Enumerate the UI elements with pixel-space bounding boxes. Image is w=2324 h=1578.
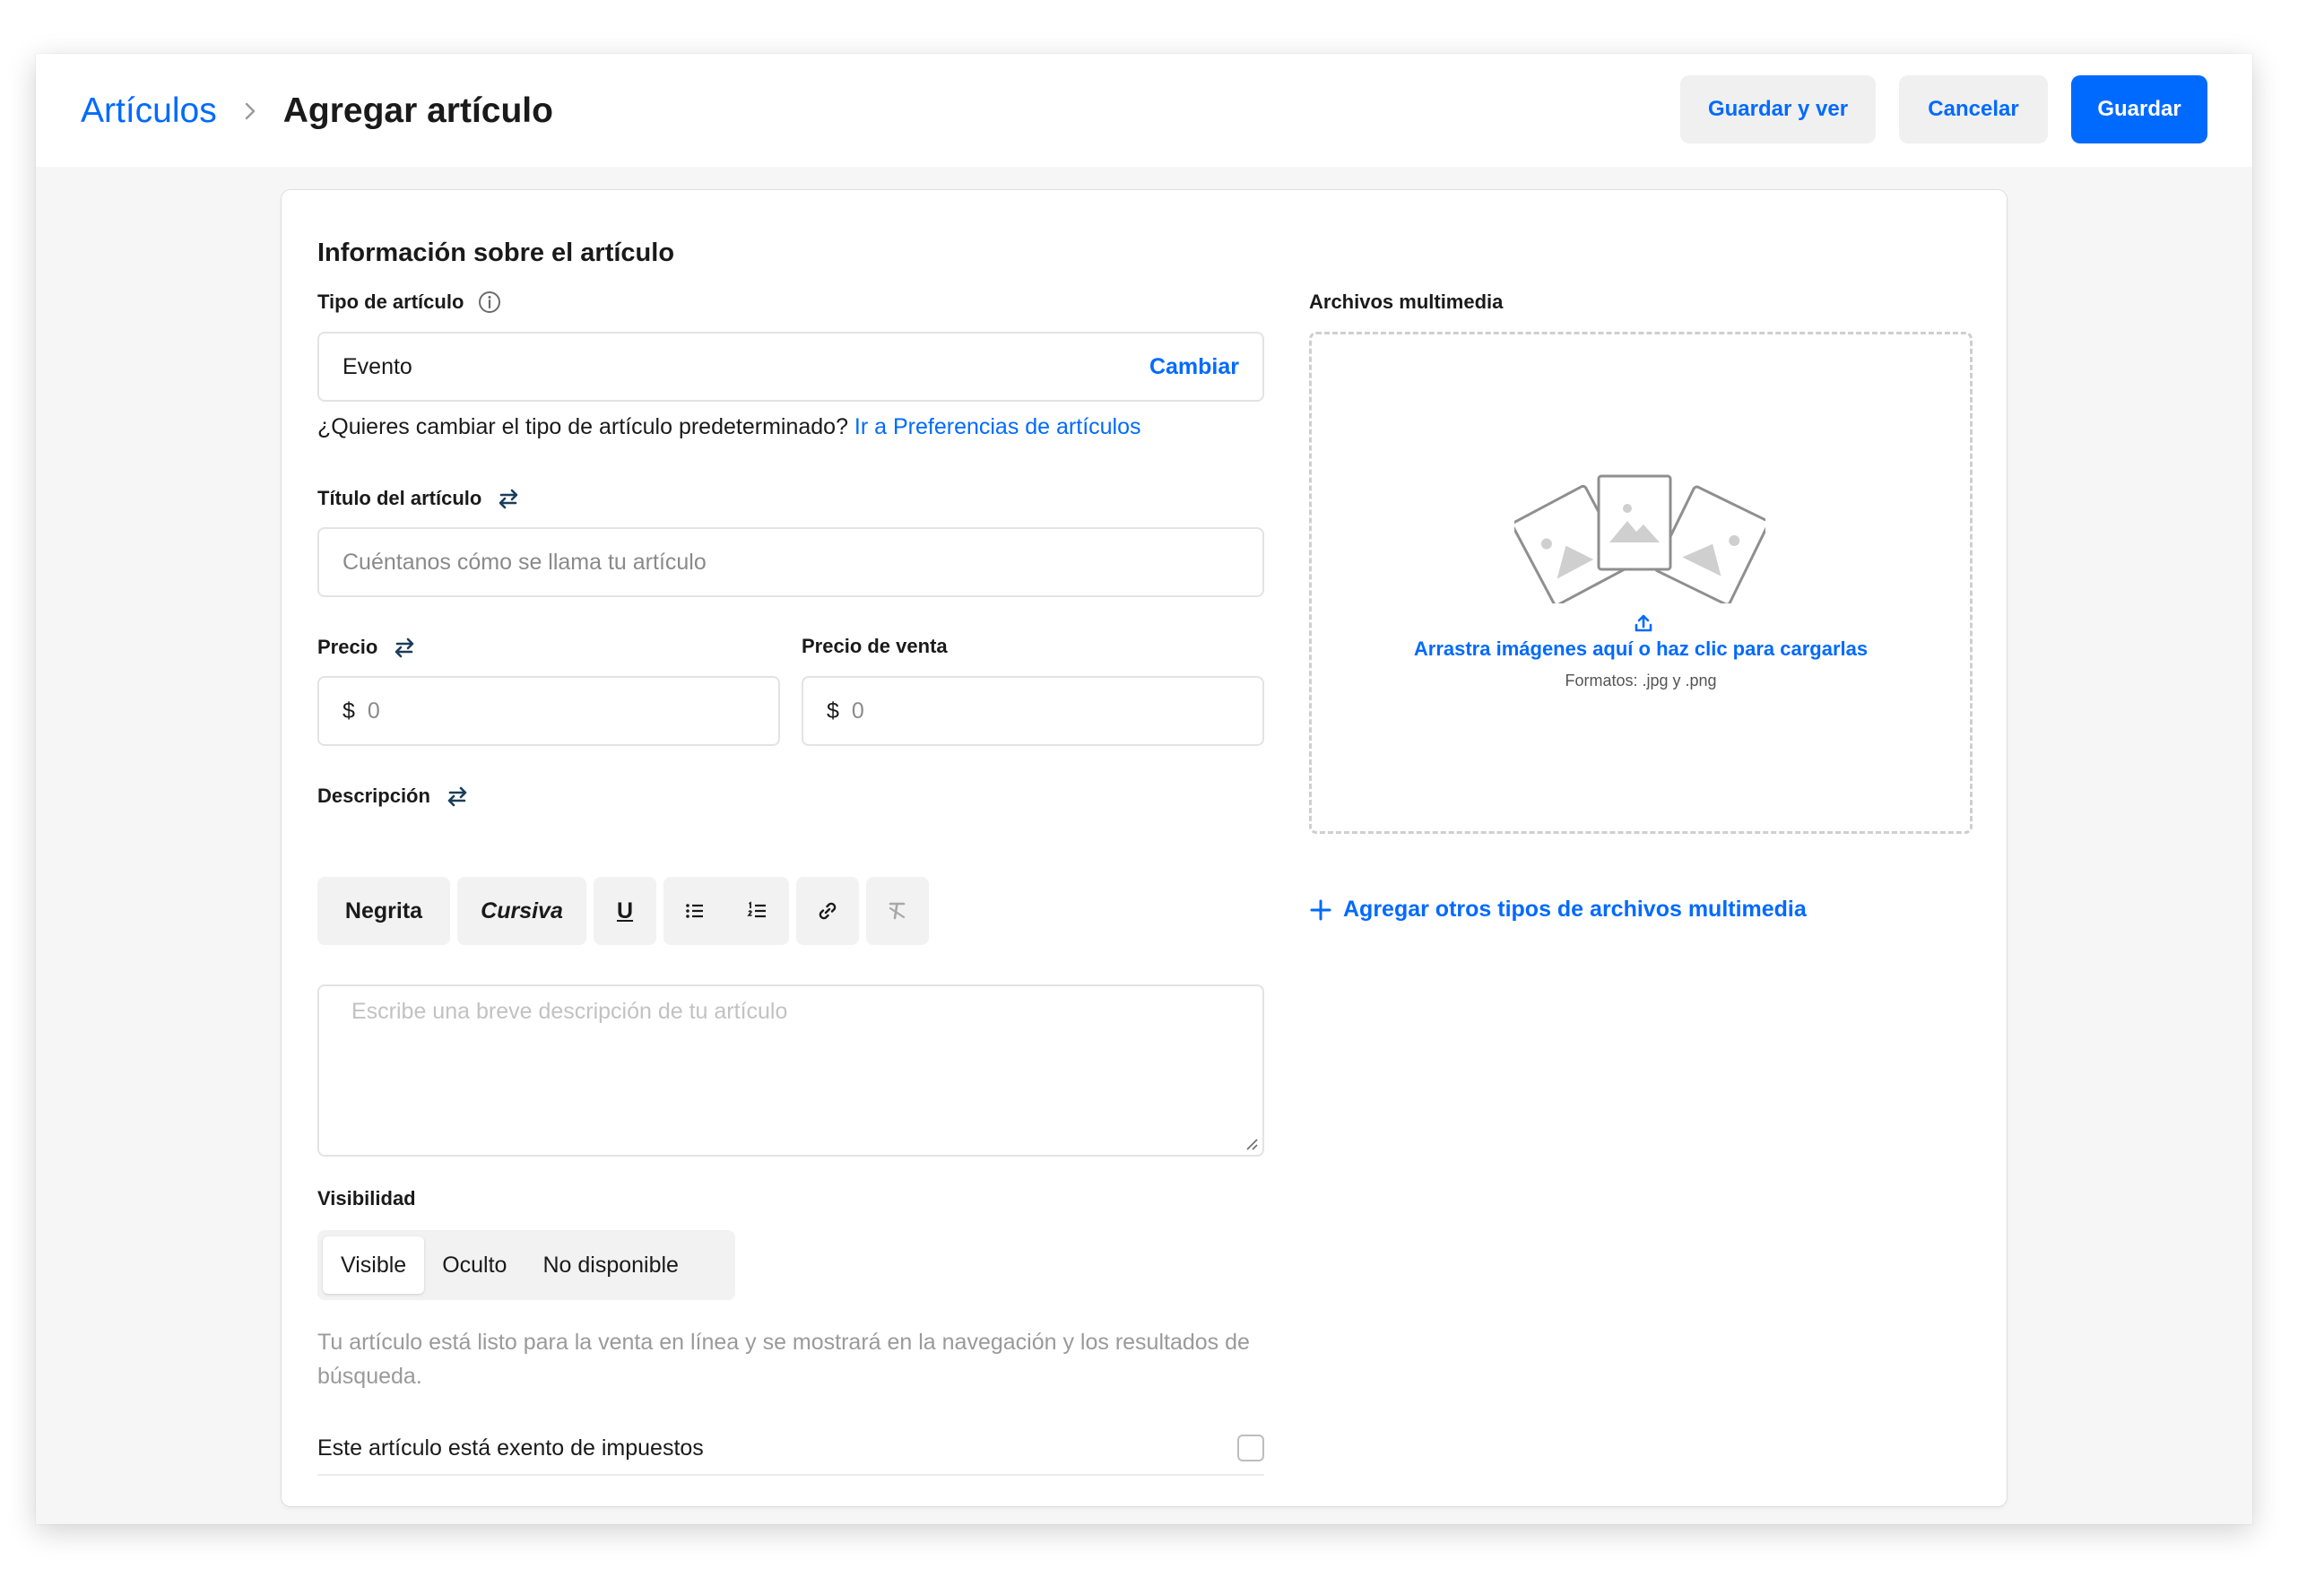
info-icon[interactable] [478,290,501,314]
description-label: Descripción [317,784,470,809]
add-other-media-label: Agregar otros tipos de archivos multimed… [1343,897,1807,922]
link-icon [819,902,837,920]
visibility-label-text: Visibilidad [317,1187,416,1210]
price-currency: $ [343,698,355,724]
clear-format-button[interactable] [866,877,929,945]
tax-exempt-checkbox[interactable] [1237,1435,1264,1461]
visibility-option-unavailable[interactable]: No disponible [525,1236,697,1294]
images-illustration-icon [1514,474,1765,603]
upload-icon [1635,614,1652,632]
dropzone-formats: Formatos: .jpg y .png [1565,672,1717,689]
visibility-hint: Tu artículo está listo para la venta en … [317,1330,1250,1389]
section-title: Información sobre el artículo [317,238,675,267]
sale-price-label: Precio de venta [802,635,948,658]
header-actions: Guardar y ver Cancelar Guardar [1680,75,2207,143]
title-label-text: Título del artículo [317,487,482,509]
bullet-list-button[interactable] [663,877,726,945]
tax-exempt-row: Este artículo está exento de impuestos [317,1422,1264,1476]
title-placeholder: Cuéntanos cómo se llama tu artículo [343,549,707,575]
app-window: Artículos Agregar artículo Guardar y ver… [36,54,2252,1524]
title-label: Título del artículo [317,486,521,511]
cancel-button[interactable]: Cancelar [1899,75,2048,143]
add-other-media-button[interactable]: Agregar otros tipos de archivos multimed… [1309,897,1807,923]
visibility-option-hidden[interactable]: Oculto [424,1236,525,1294]
underline-button[interactable]: U [594,877,656,945]
numbered-list-button[interactable] [726,877,789,945]
visibility-segmented-control: Visible Oculto No disponible [317,1230,735,1300]
item-type-helper: ¿Quieres cambiar el tipo de artículo pre… [317,414,1141,440]
change-item-type-button[interactable]: Cambiar [1149,354,1239,380]
tax-exempt-label: Este artículo está exento de impuestos [317,1435,704,1461]
item-type-value: Evento [343,353,412,379]
description-textarea[interactable]: Escribe una breve descripción de tu artí… [317,984,1264,1157]
sale-price-input[interactable]: $ 0 [802,676,1264,746]
sync-arrows-icon [395,637,414,658]
item-type-label: Tipo de artículo [317,290,501,314]
chevron-right-icon [245,102,255,120]
sale-price-label-text: Precio de venta [802,635,948,657]
bold-button[interactable]: Negrita [317,877,450,945]
visibility-label: Visibilidad [317,1187,416,1210]
price-input[interactable]: $ 0 [317,676,780,746]
item-form-card: Información sobre el artículo Tipo de ar… [282,190,2007,1506]
sync-arrows-icon [499,489,518,509]
description-label-text: Descripción [317,785,430,807]
save-and-view-button[interactable]: Guardar y ver [1680,75,1876,143]
dropzone-text: Arrastra imágenes aquí o haz clic para c… [1413,637,1869,660]
media-dropzone[interactable]: Arrastra imágenes aquí o haz clic para c… [1309,332,1973,834]
price-label-text: Precio [317,636,378,658]
price-placeholder: 0 [367,698,380,724]
description-placeholder: Escribe una breve descripción de tu artí… [351,999,788,1024]
link-button[interactable] [796,877,859,945]
top-bar: Artículos Agregar artículo Guardar y ver… [36,54,2252,167]
clear-format-icon [889,902,906,920]
plus-icon [1310,899,1331,920]
breadcrumb: Artículos Agregar artículo [81,86,553,136]
sync-arrows-icon [447,786,467,807]
title-input[interactable]: Cuéntanos cómo se llama tu artículo [317,527,1264,597]
item-preferences-link[interactable]: Ir a Preferencias de artículos [854,414,1141,439]
item-type-label-text: Tipo de artículo [317,290,464,313]
visibility-option-visible[interactable]: Visible [323,1236,425,1294]
numbered-list-icon [747,901,766,918]
sale-price-currency: $ [827,698,839,724]
item-type-field[interactable]: Evento Cambiar [317,332,1264,402]
breadcrumb-items-link[interactable]: Artículos [81,91,217,131]
rich-text-toolbar: Negrita Cursiva U [317,877,929,945]
price-label: Precio [317,635,417,660]
sale-price-placeholder: 0 [851,698,864,724]
resize-handle-icon[interactable] [1244,1137,1259,1151]
item-type-helper-text: ¿Quieres cambiar el tipo de artículo pre… [317,414,848,439]
list-button-group [663,877,789,945]
bullet-list-icon [686,904,703,918]
media-label: Archivos multimedia [1309,290,1504,313]
italic-button[interactable]: Cursiva [457,877,586,945]
save-button[interactable]: Guardar [2071,75,2207,143]
page-title: Agregar artículo [282,91,553,130]
